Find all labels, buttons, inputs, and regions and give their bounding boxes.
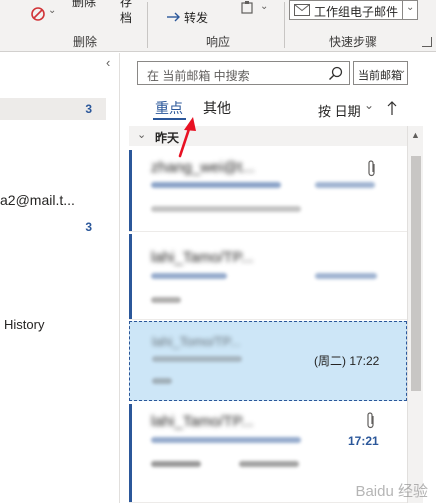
message-sender: lahi_Tomo/TP...	[152, 334, 241, 349]
baidu-watermark: Baidu 经验	[355, 483, 428, 500]
message-list-scrollbar[interactable]: ▲	[407, 126, 423, 503]
forward-icon	[167, 12, 180, 22]
quickstep-scroll-button[interactable]: ⌄	[403, 0, 418, 20]
scrollbar-thumb[interactable]	[411, 156, 421, 391]
unread-indicator	[129, 234, 132, 319]
subject-preview	[151, 273, 227, 279]
message-list: zhang_wei@t... lahi_Tamo/TP... lahi_Tomo…	[129, 146, 407, 503]
date-group-header[interactable]: ⌄ 昨天	[129, 126, 407, 146]
search-icon[interactable]	[328, 66, 343, 81]
folder-item-account[interactable]: a2@mail.t...	[0, 190, 106, 212]
group-expander-icon[interactable]	[422, 37, 432, 47]
chevron-down-icon: ⌄	[398, 65, 407, 76]
unread-indicator	[129, 404, 132, 502]
body-preview	[151, 297, 181, 303]
attachment-icon	[367, 412, 374, 429]
ignore-dropdown-icon[interactable]: ⌄	[48, 5, 56, 16]
archive-button-line2[interactable]: 档	[120, 9, 132, 26]
time-preview	[315, 273, 377, 279]
tab-focused-underline	[153, 118, 186, 120]
unread-count: 3	[85, 102, 92, 116]
message-item[interactable]: zhang_wei@t...	[129, 150, 407, 232]
unread-indicator	[129, 150, 132, 231]
message-item[interactable]: lahi_Tamo/TP...	[129, 234, 407, 320]
ribbon-separator	[284, 2, 285, 48]
quickstep-label: 工作组电子邮件	[314, 5, 399, 19]
attachment-icon	[368, 160, 375, 177]
more-respond-icon[interactable]	[240, 0, 256, 16]
respond-group: 转发 ⌄ 响应	[148, 0, 284, 52]
subject-preview	[152, 356, 242, 362]
chevron-down-icon: ⌄	[137, 129, 147, 141]
message-time: (周二) 17:22	[314, 354, 380, 368]
chevron-down-icon: ⌄	[406, 2, 415, 13]
folder-label: History	[4, 317, 45, 332]
folder-pane: ‹ 3 a2@mail.t... 3 History	[0, 53, 120, 503]
ribbon: ⌄ 删除 删除 存 档 转发 ⌄ 响应 工作组电子邮件 ⌄ 快速步骤	[0, 0, 436, 52]
respond-group-label: 响应	[206, 35, 231, 49]
message-item-selected[interactable]: lahi_Tomo/TP... (周二) 17:22	[129, 321, 407, 401]
message-sender: lahi_Tamo/TP...	[151, 249, 254, 266]
scroll-up-icon[interactable]: ▲	[411, 130, 420, 140]
time-preview	[315, 182, 375, 188]
unread-count: 3	[85, 220, 92, 234]
folder-item-inbox[interactable]: 3	[0, 98, 106, 120]
search-scope-select[interactable]: 当前邮箱 ⌄	[353, 61, 408, 85]
subject-preview	[151, 182, 281, 188]
quickstep-team-email[interactable]: 工作组电子邮件	[289, 0, 403, 20]
more-respond-dropdown-icon[interactable]: ⌄	[260, 1, 268, 12]
message-time: 17:21	[348, 434, 379, 448]
search-scope-label: 当前邮箱	[358, 70, 402, 82]
forward-button[interactable]: 转发	[184, 9, 208, 26]
date-group-label: 昨天	[155, 131, 180, 145]
delete-group-label: 删除	[73, 35, 98, 49]
body-preview	[151, 206, 301, 212]
folder-item-history[interactable]: History	[0, 314, 106, 336]
search-placeholder: 在 当前邮箱 中搜索	[147, 69, 250, 83]
body-preview	[151, 461, 201, 467]
message-sender: zhang_wei@t...	[151, 159, 255, 176]
sort-dropdown-icon[interactable]: ⌄	[364, 98, 374, 112]
body-preview	[152, 378, 172, 384]
message-sender: lahi_Tamo/TP...	[151, 413, 254, 430]
ignore-icon[interactable]	[30, 6, 46, 22]
quicksteps-group-label: 快速步骤	[329, 35, 378, 49]
body-preview	[239, 461, 299, 467]
subject-preview	[151, 437, 301, 443]
sort-by-date[interactable]: 按 日期	[318, 101, 361, 120]
search-input[interactable]: 在 当前邮箱 中搜索	[137, 61, 350, 85]
tab-other[interactable]: 其他	[203, 98, 231, 118]
tab-focused[interactable]: 重点	[155, 98, 183, 118]
envelope-icon	[294, 4, 310, 16]
delete-group: ⌄ 删除 删除	[0, 0, 116, 52]
delete-button[interactable]: 删除	[72, 0, 96, 10]
collapse-pane-icon[interactable]: ‹	[106, 55, 110, 70]
sort-direction-icon[interactable]	[386, 100, 398, 116]
folder-label: a2@mail.t...	[0, 192, 75, 208]
